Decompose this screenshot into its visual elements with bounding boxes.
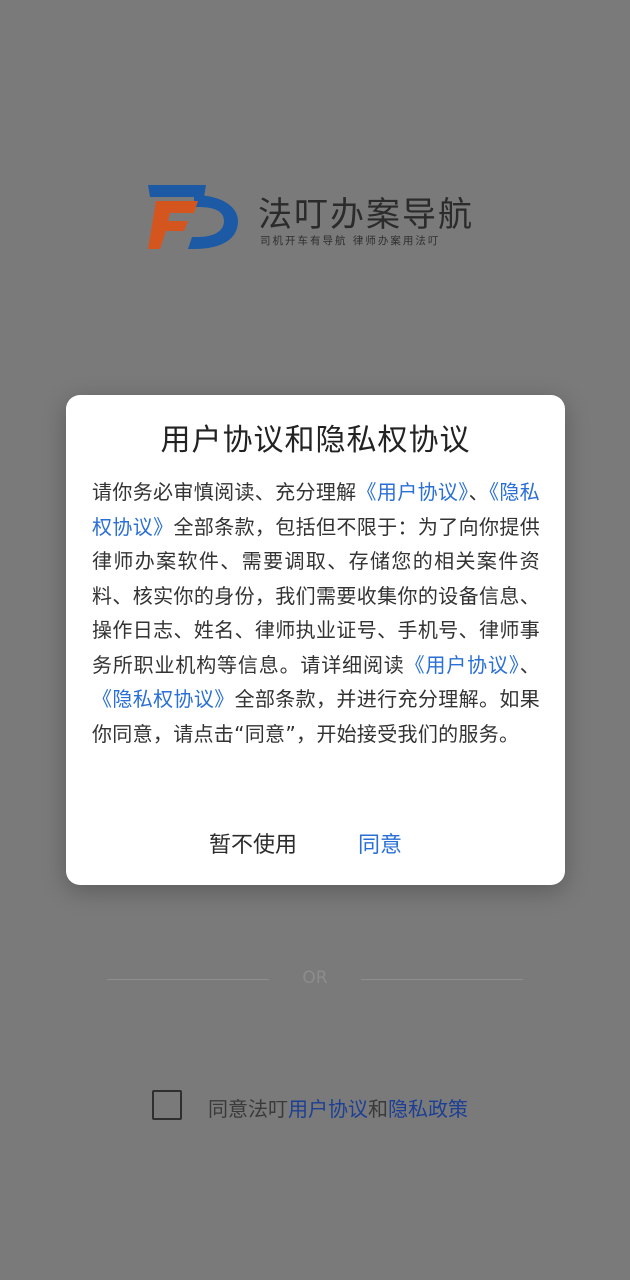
divider-line-right xyxy=(361,979,523,980)
agreement-checkbox[interactable] xyxy=(152,1090,182,1120)
dialog-body: 请你务必审慎阅读、充分理解《用户协议》、《隐私权协议》全部条款，包括但不限于：为… xyxy=(92,475,540,751)
agreement-prefix: 同意法叮 xyxy=(208,1097,288,1121)
brand-logo: 法叮办案导航 司机开车有导航 律师办案用法叮 xyxy=(148,185,488,255)
dialog-title: 用户协议和隐私权协议 xyxy=(160,423,471,458)
dialog-text-4: 、 xyxy=(519,652,540,677)
or-text: OR xyxy=(302,968,328,988)
user-agreement-link[interactable]: 用户协议 xyxy=(288,1097,368,1121)
brand-name: 法叮办案导航 xyxy=(258,195,474,235)
dialog-privacy-link-2[interactable]: 《隐私权协议》 xyxy=(92,687,235,711)
agreement-and: 和 xyxy=(368,1097,388,1121)
dialog-user-agreement-link-1[interactable]: 《用户协议》 xyxy=(357,480,469,504)
brand-slogan: 司机开车有导航 律师办案用法叮 xyxy=(260,235,441,247)
privacy-agreement-dialog: 用户协议和隐私权协议 请你务必审慎阅读、充分理解《用户协议》、《隐私权协议》全部… xyxy=(66,395,565,885)
dialog-actions: 暂不使用 同意 xyxy=(66,827,565,861)
or-divider: OR xyxy=(107,966,523,992)
accept-button[interactable]: 同意 xyxy=(358,827,402,859)
agreement-text: 同意法叮用户协议和隐私政策 xyxy=(208,1093,468,1122)
privacy-policy-link[interactable]: 隐私政策 xyxy=(388,1097,468,1121)
dialog-text-2: 、 xyxy=(468,480,489,504)
brand-logo-mark-icon xyxy=(148,185,238,249)
dialog-user-agreement-link-2[interactable]: 《用户协议》 xyxy=(405,653,520,677)
dialog-text-1: 请你务必审慎阅读、充分理解 xyxy=(92,480,357,504)
decline-button[interactable]: 暂不使用 xyxy=(209,827,297,859)
